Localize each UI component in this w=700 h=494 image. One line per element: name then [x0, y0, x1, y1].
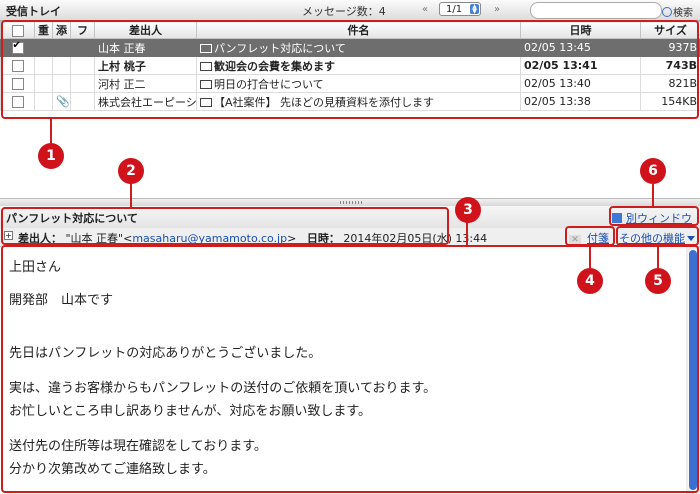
splitter-grip-icon[interactable]	[340, 201, 362, 204]
folder-title: 受信トレイ	[6, 5, 61, 18]
search-icon	[662, 7, 672, 17]
callout-box-5	[616, 226, 699, 246]
page-value: 1/1	[446, 4, 463, 15]
callout-line-6	[652, 184, 654, 207]
callout-badge-5: 5	[645, 268, 671, 294]
prev-page-button[interactable]: «	[418, 3, 432, 16]
callout-box-2	[1, 207, 449, 245]
callout-box-6	[609, 206, 699, 226]
callout-badge-2: 2	[118, 158, 144, 184]
search-button[interactable]: 検索	[662, 4, 693, 19]
pane-splitter[interactable]	[0, 198, 700, 206]
callout-line-5	[657, 246, 659, 268]
message-count: メッセージ数：4	[302, 5, 386, 18]
callout-box-1	[1, 20, 699, 119]
callout-line-2	[130, 182, 132, 208]
callout-line-3	[466, 221, 468, 246]
next-page-button[interactable]: »	[490, 3, 504, 16]
callout-badge-6: 6	[640, 158, 666, 184]
callout-badge-1: 1	[38, 143, 64, 169]
search-input[interactable]	[530, 2, 662, 19]
message-list-empty-area	[0, 118, 700, 198]
callout-badge-4: 4	[577, 268, 603, 294]
page-spinner-icon[interactable]: ▲ ▼	[470, 4, 479, 15]
callout-badge-3: 3	[455, 197, 481, 223]
search-label: 検索	[673, 8, 693, 19]
page-select[interactable]: 1/1 ▲ ▼	[439, 2, 481, 16]
callout-line-1	[50, 119, 52, 145]
inbox-toolbar: 受信トレイ メッセージ数：4 « 1/1 ▲ ▼ » 検索	[0, 0, 700, 21]
callout-line-4	[589, 246, 591, 268]
callout-box-4	[565, 226, 615, 246]
